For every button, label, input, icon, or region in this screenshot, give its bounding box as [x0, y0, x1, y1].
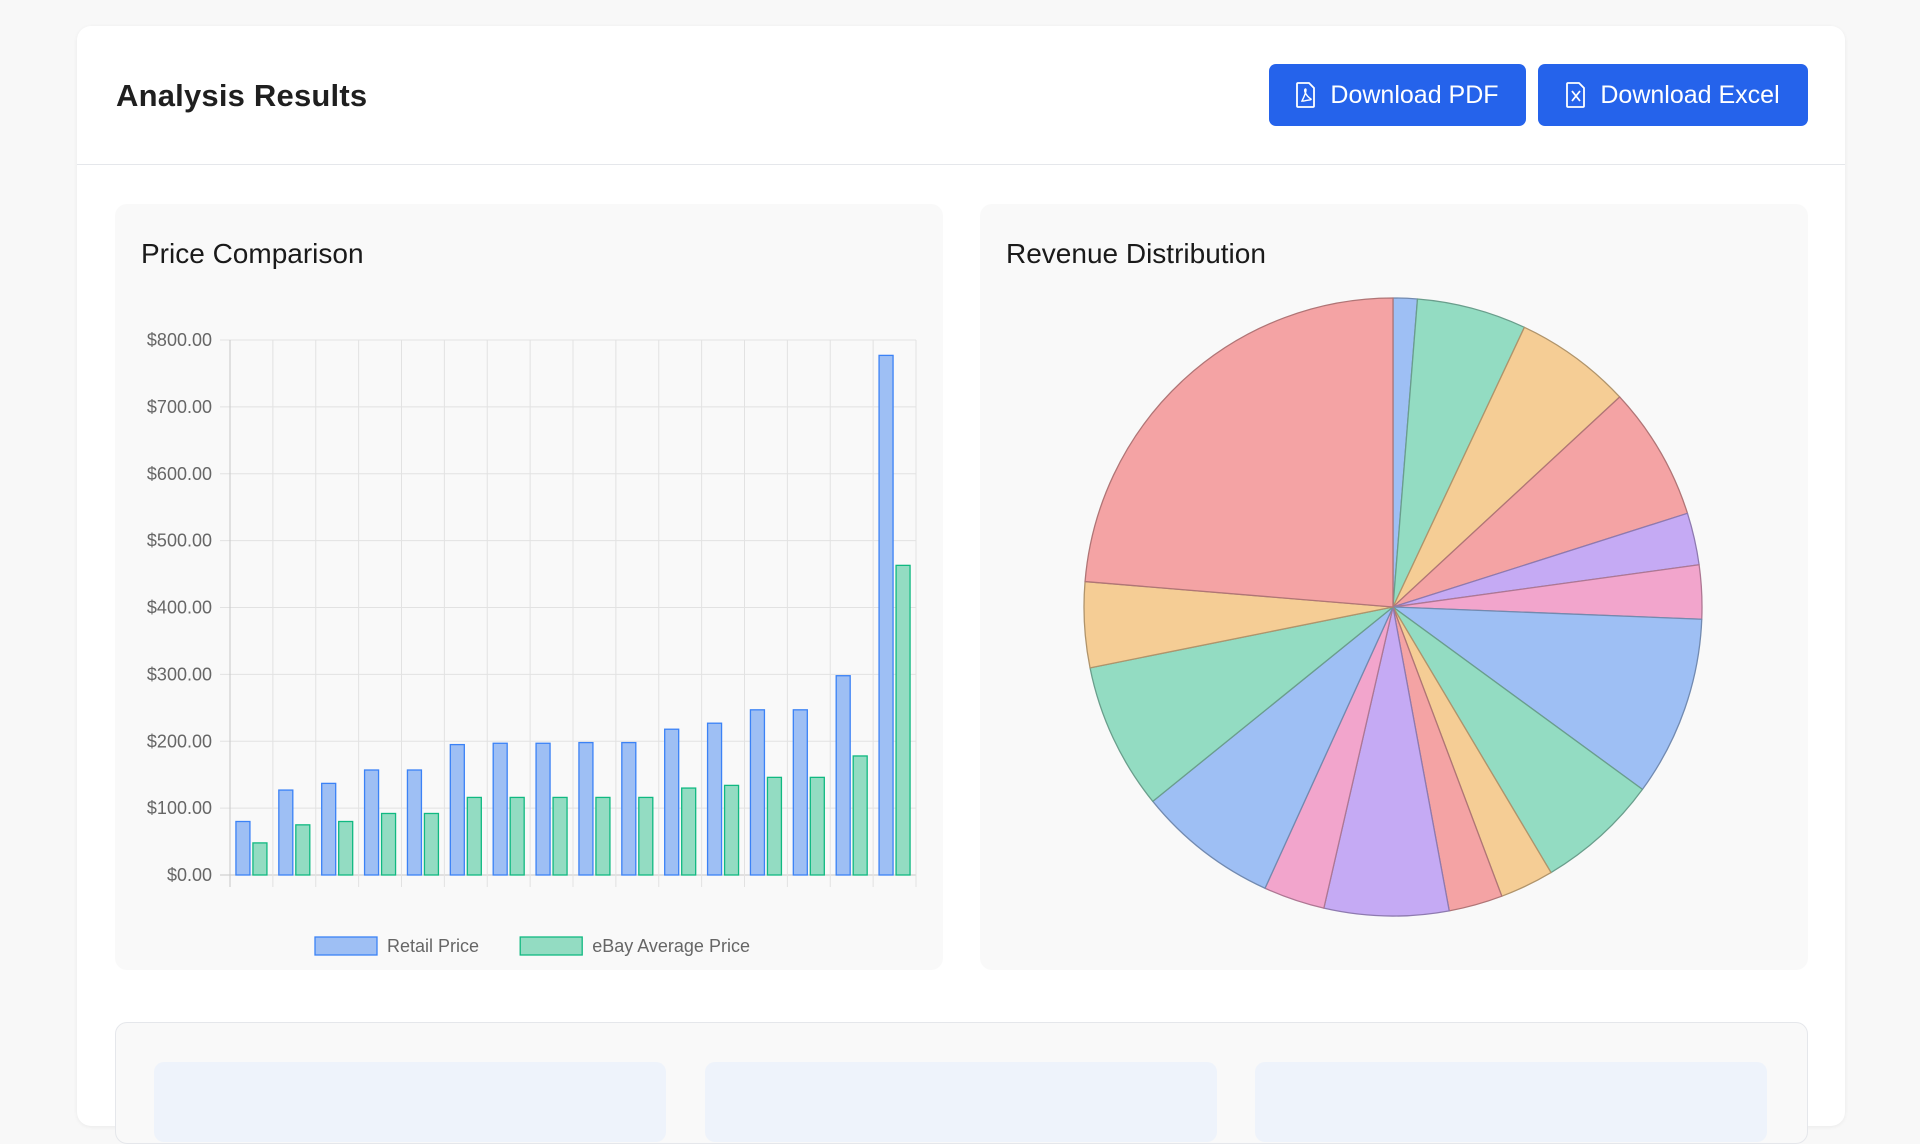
price-comparison-chart: $0.00 $100.00 $200.00 $300.00 $400.00 $500.00…	[147, 330, 917, 956]
card-header: Analysis Results Download PDF Download E…	[77, 26, 1845, 165]
ebay-average-price-bar	[681, 787, 697, 876]
download-excel-button[interactable]: Download Excel	[1538, 64, 1808, 126]
y-tick-label: $300.00	[147, 664, 212, 684]
summary-card	[705, 1062, 1217, 1142]
retail-price-bar	[535, 742, 551, 876]
retail-price-bar	[406, 769, 423, 876]
ebay-average-price-bar	[895, 564, 911, 876]
pdf-file-icon	[1296, 82, 1316, 108]
retail-price-bar	[578, 741, 594, 876]
ebay-average-price-bar	[295, 824, 311, 876]
summary-card	[154, 1062, 666, 1142]
download-excel-label: Download Excel	[1600, 80, 1780, 109]
ebay-average-price-bar	[638, 796, 654, 876]
legend-swatch-ebay	[519, 936, 583, 956]
download-pdf-button[interactable]: Download PDF	[1269, 64, 1526, 126]
y-tick-label: $100.00	[147, 798, 212, 818]
ebay-average-price-bar	[723, 784, 740, 876]
retail-price-bar	[664, 728, 680, 876]
page-title: Analysis Results	[116, 78, 368, 113]
summary-card	[1255, 1062, 1767, 1142]
ebay-average-price-bar	[595, 796, 611, 876]
ebay-average-price-bar	[423, 812, 440, 876]
ebay-average-price-bar	[552, 796, 568, 876]
retail-price-bar	[363, 769, 380, 876]
ebay-average-price-bar	[809, 776, 825, 876]
retail-price-bar	[835, 675, 851, 876]
retail-price-bar	[278, 789, 294, 876]
retail-price-bar	[878, 354, 894, 876]
legend-swatch-retail	[314, 936, 378, 956]
pie-slice	[1084, 297, 1394, 608]
legend-label-ebay: eBay Average Price	[592, 936, 750, 956]
download-pdf-label: Download PDF	[1330, 80, 1499, 109]
price-comparison-panel: Price Comparison $0.00 $100.00 $200.00 $300…	[115, 204, 943, 970]
ebay-average-price-bar	[852, 755, 868, 876]
retail-price-bar	[449, 743, 465, 876]
excel-file-icon	[1566, 82, 1586, 108]
y-tick-label: $700.00	[147, 397, 212, 417]
ebay-average-price-bar	[466, 796, 482, 876]
retail-price-bar	[621, 741, 637, 876]
retail-price-bar	[706, 722, 723, 876]
ebay-average-price-bar	[509, 796, 525, 876]
y-tick-label: $0.00	[167, 865, 212, 885]
revenue-distribution-panel: Revenue Distribution	[980, 204, 1808, 970]
y-tick-label: $500.00	[147, 531, 212, 551]
retail-price-bar	[792, 709, 808, 876]
summary-section	[115, 1022, 1808, 1144]
y-tick-label: $400.00	[147, 598, 212, 618]
y-tick-label: $200.00	[147, 731, 212, 751]
retail-price-bar	[235, 820, 251, 876]
y-tick-label: $800.00	[147, 330, 212, 350]
analysis-results-card: Analysis Results Download PDF Download E…	[77, 26, 1845, 1144]
ebay-average-price-bar	[380, 812, 397, 876]
legend-label-retail: Retail Price	[387, 936, 479, 956]
ebay-average-price-bar	[338, 820, 354, 876]
ebay-average-price-bar	[766, 776, 783, 876]
retail-price-bar	[749, 709, 766, 876]
retail-price-bar	[492, 742, 508, 876]
revenue-distribution-chart	[1083, 297, 1703, 917]
ebay-average-price-bar	[252, 842, 268, 876]
y-tick-label: $600.00	[147, 464, 212, 484]
retail-price-bar	[321, 782, 337, 876]
